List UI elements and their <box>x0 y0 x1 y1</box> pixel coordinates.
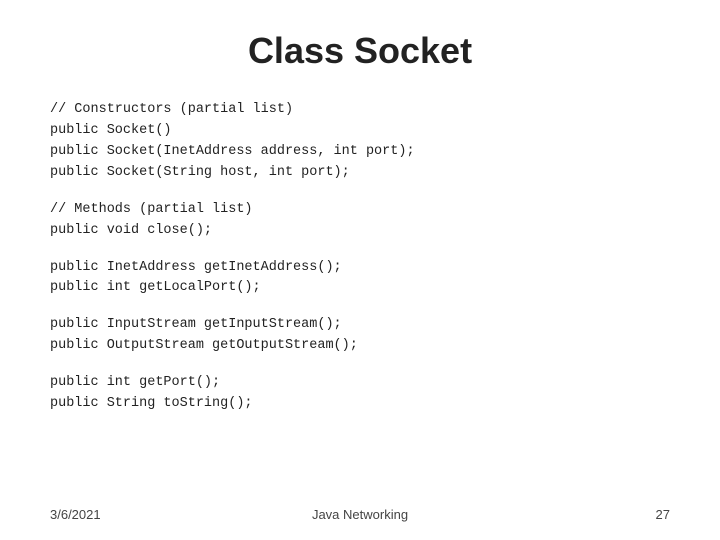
code-methods-address: public InetAddress getInetAddress(); pub… <box>50 258 670 300</box>
footer-date: 3/6/2021 <box>50 507 101 522</box>
code-constructors: // Constructors (partial list) public So… <box>50 100 670 184</box>
footer-title: Java Networking <box>312 507 408 522</box>
slide-content: // Constructors (partial list) public So… <box>50 100 670 520</box>
code-methods-close: // Methods (partial list) public void cl… <box>50 200 670 242</box>
code-methods-port: public int getPort(); public String toSt… <box>50 373 670 415</box>
slide-title: Class Socket <box>50 30 670 72</box>
slide: Class Socket // Constructors (partial li… <box>0 0 720 540</box>
footer-page: 27 <box>656 507 670 522</box>
code-methods-streams: public InputStream getInputStream(); pub… <box>50 315 670 357</box>
